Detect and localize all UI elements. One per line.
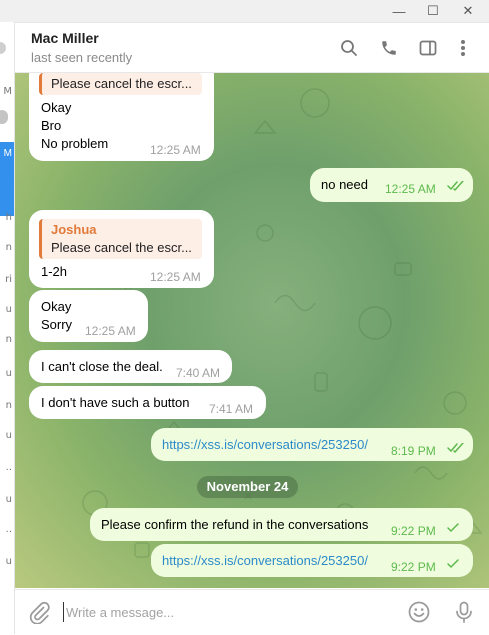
reply-text: Please cancel the escr...	[51, 240, 192, 255]
contact-name[interactable]: Mac Miller	[31, 30, 99, 46]
chat-list-fragment: ri	[5, 274, 12, 285]
message-text: no need	[321, 177, 368, 192]
chat-messages-area[interactable]: Please cancel the escr... Okay Bro No pr…	[15, 73, 489, 588]
more-options-button[interactable]	[451, 36, 475, 60]
message-time: 9:22 PM	[391, 560, 436, 574]
message-time: 12:25 AM	[150, 270, 201, 284]
close-button[interactable]: ✕	[450, 0, 486, 22]
message-time: 7:41 AM	[209, 402, 254, 416]
message-text: Please confirm the refund in the convers…	[101, 517, 369, 532]
chat-list-fragment: u	[5, 494, 12, 505]
message-text: I don't have such a button	[41, 395, 190, 410]
chat-list-fragment: h	[5, 212, 12, 223]
more-vertical-icon	[461, 40, 465, 56]
chat-list-strip[interactable]: M M h n ri u n u n u .. u .. u	[0, 22, 15, 634]
minimize-icon: —	[392, 3, 406, 19]
chat-list-fragment: n	[5, 400, 12, 411]
chat-list-fragment: n	[5, 242, 12, 253]
message-time: 12:25 AM	[385, 182, 436, 196]
chat-list-item-selected[interactable]: M	[0, 142, 14, 216]
chat-list-fragment: u	[5, 430, 12, 441]
message-time: 8:19 PM	[391, 444, 436, 458]
date-separator: November 24	[197, 476, 298, 498]
message-text: Okay	[41, 299, 72, 314]
check-icon	[447, 523, 459, 532]
toggle-sidebar-button[interactable]	[416, 36, 440, 60]
message-composer[interactable]	[15, 589, 489, 635]
avatar[interactable]	[0, 110, 8, 124]
emoji-icon	[408, 601, 430, 623]
message-time: 12:25 AM	[85, 324, 136, 338]
message-incoming[interactable]: I can't close the deal. 7:40 AM	[29, 350, 232, 383]
message-outgoing[interactable]: Please confirm the refund in the convers…	[90, 508, 473, 541]
message-text: Okay	[41, 100, 72, 115]
reply-text: Please cancel the escr...	[51, 76, 192, 91]
sidebar-toggle-icon	[419, 40, 437, 56]
emoji-button[interactable]	[407, 600, 431, 624]
chat-list-fragment: ..	[5, 524, 12, 535]
message-incoming[interactable]: I don't have such a button 7:41 AM	[29, 386, 266, 419]
message-incoming[interactable]: Please cancel the escr... Okay Bro No pr…	[29, 73, 214, 161]
attach-icon	[29, 601, 50, 625]
message-outgoing[interactable]: https://xss.is/conversations/253250/ 8:1…	[151, 428, 473, 461]
voice-message-button[interactable]	[452, 600, 476, 624]
maximize-button[interactable]: ☐	[415, 0, 451, 22]
message-time: 12:25 AM	[150, 143, 201, 157]
message-time: 9:22 PM	[391, 524, 436, 538]
contact-status: last seen recently	[31, 50, 133, 65]
message-time: 7:40 AM	[176, 366, 221, 380]
phone-icon	[382, 41, 396, 55]
message-link[interactable]: https://xss.is/conversations/253250/	[162, 436, 368, 454]
message-incoming[interactable]: Joshua Please cancel the escr... 1-2h 12…	[29, 210, 214, 288]
message-link[interactable]: https://xss.is/conversations/253250/	[162, 552, 368, 570]
maximize-icon: ☐	[427, 3, 439, 18]
chat-list-fragment: u	[5, 368, 12, 379]
call-button[interactable]	[377, 36, 401, 60]
search-icon	[341, 40, 357, 56]
chat-list-fragment: u	[5, 304, 12, 315]
message-outgoing[interactable]: https://xss.is/conversations/253250/ 9:2…	[151, 544, 473, 577]
reply-preview[interactable]: Joshua Please cancel the escr...	[39, 219, 202, 259]
close-icon: ✕	[462, 3, 474, 18]
chat-list-fragment: ..	[5, 462, 12, 473]
reply-author: Joshua	[51, 222, 97, 237]
message-outgoing[interactable]: no need 12:25 AM	[310, 168, 473, 202]
reply-preview[interactable]: Please cancel the escr...	[39, 73, 202, 95]
message-input[interactable]	[63, 602, 346, 622]
chat-list-fragment: u	[5, 556, 12, 567]
microphone-icon	[456, 601, 472, 623]
attach-button[interactable]	[27, 600, 51, 625]
chat-header[interactable]: Mac Miller last seen recently	[15, 23, 489, 73]
chat-list-fragment: M	[3, 148, 12, 159]
avatar[interactable]	[0, 42, 6, 54]
chat-list-fragment: M	[3, 86, 12, 97]
check-icon	[447, 559, 459, 568]
minimize-button[interactable]: —	[381, 0, 417, 22]
message-text: No problem	[41, 136, 109, 151]
message-text: I can't close the deal.	[41, 359, 163, 374]
message-text: 1-2h	[41, 264, 68, 279]
message-text: Bro	[41, 118, 62, 133]
chat-list-fragment: n	[5, 334, 12, 345]
message-incoming[interactable]: Okay Sorry 12:25 AM	[29, 290, 148, 342]
message-text: Sorry	[41, 317, 73, 332]
double-check-icon	[447, 181, 464, 191]
window-titlebar: — ☐ ✕	[0, 0, 489, 23]
double-check-icon	[447, 443, 464, 453]
search-button[interactable]	[337, 36, 361, 60]
